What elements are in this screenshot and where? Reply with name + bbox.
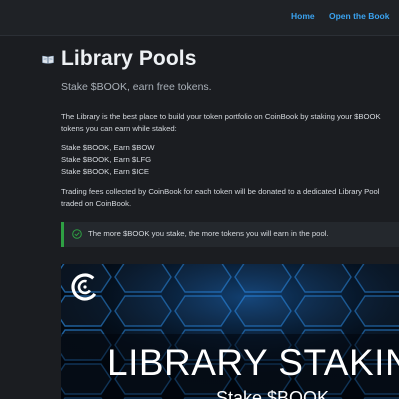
intro-line: tokens you can earn while staked: — [61, 123, 177, 133]
fees-paragraph: Trading fees collected by CoinBook for e… — [61, 186, 380, 209]
tip-callout: The more $BOOK you stake, the more token… — [61, 222, 399, 247]
nav-home-link[interactable]: Home — [291, 11, 315, 21]
reward-item: Stake $BOOK, Earn $BOW — [61, 143, 155, 152]
coinbook-logo-icon — [71, 273, 99, 301]
intro-line: The Library is the best place to build y… — [61, 112, 381, 121]
library-staking-banner: LIBRARY STAKING Stake $BOOK — [61, 264, 399, 399]
banner-subtitle: Stake $BOOK — [216, 388, 330, 399]
open-book-icon — [42, 55, 54, 64]
callout-text: The more $BOOK you stake, the more token… — [88, 229, 329, 238]
intro-paragraph: The Library is the best place to build y… — [61, 111, 381, 134]
reward-item: Stake $BOOK, Earn $LFG — [61, 155, 152, 164]
top-navbar: Home Open the Book — [0, 0, 399, 36]
page-subtitle: Stake $BOOK, earn free tokens. — [61, 81, 212, 93]
check-circle-icon — [72, 229, 82, 239]
banner-title: LIBRARY STAKING — [107, 342, 399, 383]
fees-line: traded on CoinBook. — [61, 198, 132, 208]
page-header: Library Pools — [42, 47, 399, 75]
page-title: Library Pools — [61, 47, 197, 70]
reward-item: Stake $BOOK, Earn $ICE — [61, 167, 150, 176]
fees-line: Trading fees collected by CoinBook for e… — [61, 187, 380, 196]
nav-open-the-book-link[interactable]: Open the Book — [329, 11, 389, 21]
